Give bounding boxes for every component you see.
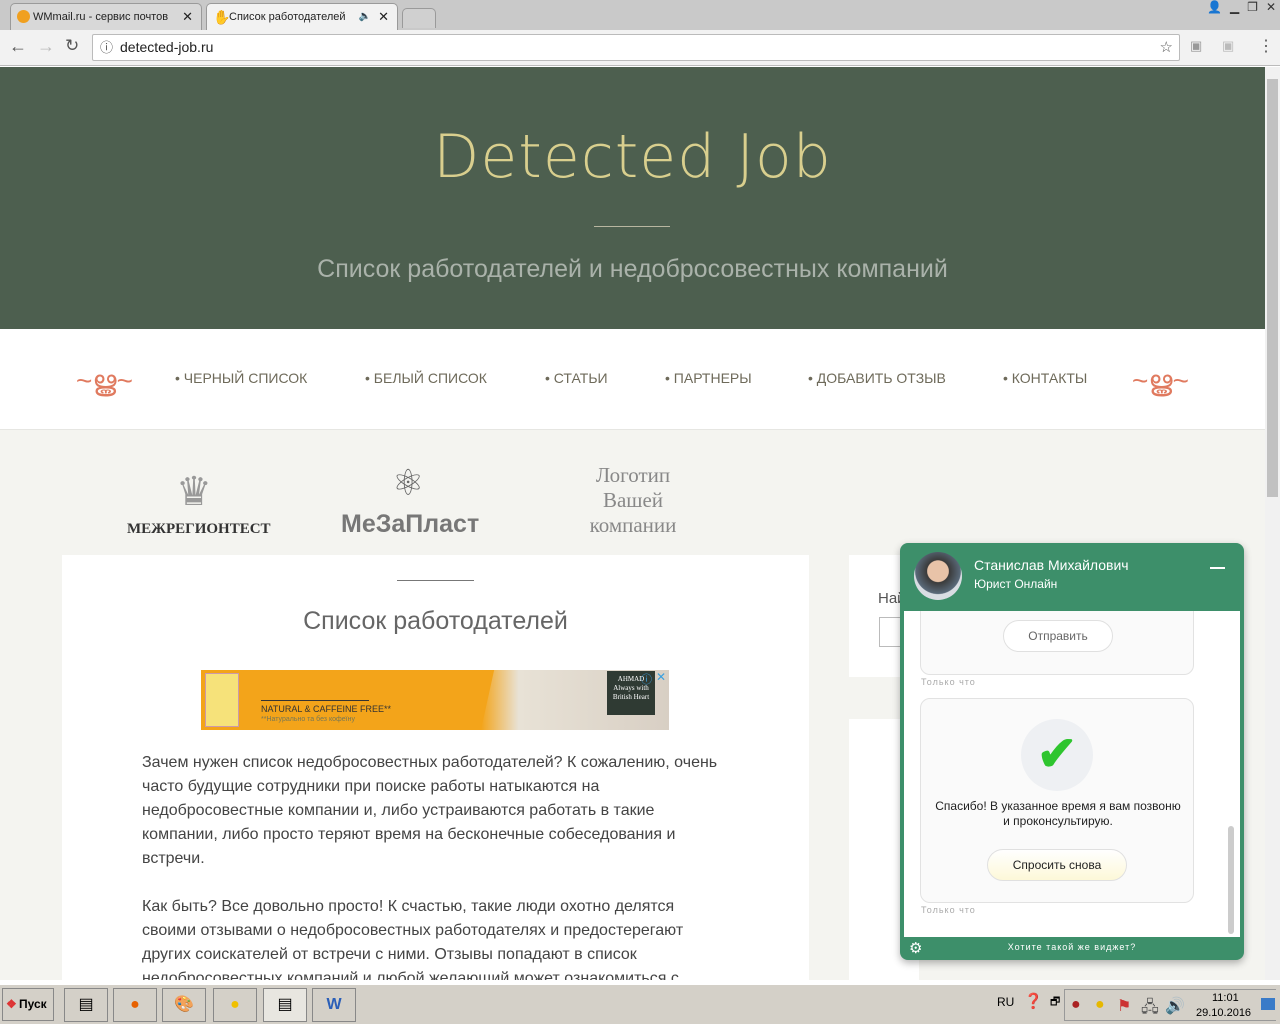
taskbar-app-notepad[interactable]: ▤ bbox=[64, 988, 108, 1022]
taskbar-app-word[interactable]: W bbox=[312, 988, 356, 1022]
avatar bbox=[914, 552, 962, 600]
scrollbar-thumb[interactable] bbox=[1267, 79, 1278, 497]
audio-icon: 🔈 bbox=[358, 11, 371, 22]
ad-headline: NATURAL & CAFFEINE FREE** bbox=[261, 704, 392, 714]
divider bbox=[594, 226, 670, 227]
send-button[interactable]: Отправить bbox=[1003, 620, 1113, 652]
paragraph: Как быть? Все довольно просто! К счастью… bbox=[142, 898, 684, 980]
show-desktop-icon[interactable] bbox=[1261, 998, 1275, 1010]
atom-icon: ⚛ bbox=[392, 462, 425, 503]
start-button[interactable]: ❖ Пуск bbox=[2, 988, 54, 1021]
tray-flag-icon[interactable]: ⚑ bbox=[1117, 996, 1131, 1016]
main-nav: ~ൠ~ • ЧЕРНЫЙ СПИСОК • БЕЛЫЙ СПИСОК • СТА… bbox=[0, 329, 1265, 430]
info-icon[interactable]: ⓘ bbox=[100, 35, 113, 60]
close-window-icon[interactable]: ✕ bbox=[1266, 0, 1276, 18]
taskbar-app-cyberghost[interactable]: ● bbox=[213, 988, 257, 1022]
ask-again-button[interactable]: Спросить снова bbox=[987, 849, 1127, 881]
ad-subline: **Натурально та без кофеїну bbox=[261, 716, 355, 723]
language-indicator[interactable]: RU bbox=[997, 995, 1014, 1009]
divider bbox=[397, 580, 474, 581]
nav-whitelist[interactable]: • БЕЛЫЙ СПИСОК bbox=[365, 370, 487, 386]
tab-active[interactable]: ✋ Список работодателей 🔈 ✕ bbox=[206, 3, 398, 30]
tray-volume-icon[interactable]: 🔊 bbox=[1165, 996, 1185, 1016]
checkmark-icon: ✔ bbox=[1021, 719, 1093, 791]
url-text: detected-job.ru bbox=[120, 39, 214, 55]
eagle-emblem-icon: ♛ bbox=[176, 470, 212, 514]
article-text: Зачем нужен список недобросовестных рабо… bbox=[142, 751, 722, 980]
restore-bar-icon[interactable]: 🗗 bbox=[1050, 993, 1060, 1012]
tab-label: Список работодателей bbox=[229, 11, 346, 23]
clock-date[interactable]: 29.10.2016 bbox=[1196, 1007, 1251, 1019]
nav-articles[interactable]: • СТАТЬИ bbox=[545, 370, 608, 386]
agent-role: Юрист Онлайн bbox=[974, 577, 1058, 591]
content-heading: Список работодателей bbox=[303, 607, 568, 635]
ornament-left-icon: ~ൠ~ bbox=[76, 365, 133, 396]
tab-label: WMmail.ru - сервис почтов bbox=[33, 11, 169, 23]
message-bubble: Отправить bbox=[920, 611, 1194, 675]
nav-partners[interactable]: • ПАРТНЕРЫ bbox=[665, 370, 752, 386]
message-bubble: ✔ Спасибо! В указанное время я вам позво… bbox=[920, 698, 1194, 903]
partner-logo-mezaplast[interactable]: МеЗаПласт bbox=[341, 510, 479, 539]
chat-scrollbar[interactable] bbox=[1228, 826, 1234, 934]
minimize-chat-icon[interactable] bbox=[1210, 567, 1225, 569]
new-tab-button[interactable] bbox=[402, 8, 436, 28]
chat-widget: Станислав Михайлович Юрист Онлайн Отправ… bbox=[900, 543, 1244, 960]
windows-logo-icon: ❖ bbox=[6, 997, 17, 1011]
tray-cyberghost-icon[interactable]: ● bbox=[1095, 996, 1105, 1014]
nav-add-review[interactable]: • ДОБАВИТЬ ОТЗЫВ bbox=[808, 370, 946, 386]
widget-promo-link[interactable]: Хотите такой же виджет? bbox=[900, 942, 1244, 952]
hand-favicon-icon: ✋ bbox=[213, 9, 231, 25]
taskbar: ❖ Пуск ▤ ● 🎨 ● ▤ W RU ❓ 🗗 ● ● ⚑ 🖧 🔊 11:01… bbox=[0, 984, 1280, 1024]
profile-icon[interactable]: 👤 bbox=[1207, 0, 1222, 18]
tray-network-icon[interactable]: 🖧 bbox=[1141, 996, 1159, 1023]
taskbar-app-firefox[interactable]: ● bbox=[113, 988, 157, 1022]
tray-app-icon[interactable]: ● bbox=[1071, 996, 1081, 1014]
tea-box-image bbox=[205, 673, 239, 727]
taskbar-app-window[interactable]: ▤ bbox=[263, 988, 307, 1022]
partner-logo-placeholder[interactable]: Логотип Вашей компании bbox=[573, 463, 693, 538]
bookmark-star-icon[interactable]: ☆ bbox=[1160, 35, 1173, 60]
back-icon[interactable]: ← bbox=[9, 36, 27, 57]
ornament-right-icon: ~ൠ~ bbox=[1132, 365, 1189, 396]
message-time: Только что bbox=[921, 677, 976, 687]
confirmation-text: Спасибо! В указанное время я вам позвоню… bbox=[935, 799, 1181, 828]
site-header: Detected Job Список работодателей и недо… bbox=[0, 67, 1265, 329]
restore-icon[interactable]: ❐ bbox=[1247, 0, 1258, 18]
forward-icon[interactable]: → bbox=[37, 36, 55, 57]
chat-messages: Отправить Только что ✔ Спасибо! В указан… bbox=[904, 611, 1240, 937]
message-time: Только что bbox=[921, 905, 976, 915]
address-bar[interactable]: ⓘ detected-job.ru ☆ bbox=[92, 34, 1180, 61]
nav-blacklist[interactable]: • ЧЕРНЫЙ СПИСОК bbox=[175, 370, 307, 386]
nav-contacts[interactable]: • КОНТАКТЫ bbox=[1003, 370, 1087, 386]
ad-banner[interactable]: NATURAL & CAFFEINE FREE** **Натурально т… bbox=[201, 670, 669, 730]
clock-time[interactable]: 11:01 bbox=[1212, 992, 1239, 1004]
site-subtitle: Список работодателей и недобросовестных … bbox=[317, 255, 948, 283]
help-icon[interactable]: ❓ bbox=[1024, 992, 1043, 1010]
extension-icon[interactable]: ▣ bbox=[1190, 38, 1202, 54]
menu-icon[interactable]: ⋮ bbox=[1258, 36, 1274, 56]
close-tab-icon[interactable]: ✕ bbox=[182, 4, 193, 30]
page-scrollbar[interactable] bbox=[1265, 67, 1280, 980]
partner-logo-mezhregiontest[interactable]: МЕЖРЕГИОНТЕСТ bbox=[127, 521, 271, 538]
paragraph: Зачем нужен список недобросовестных рабо… bbox=[142, 754, 718, 867]
site-title[interactable]: Detected Job bbox=[0, 122, 1265, 192]
taskbar-app-paint[interactable]: 🎨 bbox=[162, 988, 206, 1022]
close-tab-icon[interactable]: ✕ bbox=[378, 4, 389, 30]
extension-icon[interactable]: ▣ bbox=[1222, 38, 1234, 54]
wmmail-favicon-icon bbox=[17, 10, 30, 23]
minimize-icon[interactable]: ▁ bbox=[1230, 0, 1239, 18]
reload-icon[interactable]: ↻ bbox=[65, 36, 79, 56]
tab-bar: WMmail.ru - сервис почтов ✕ ✋ Список рабо… bbox=[0, 0, 1280, 30]
ad-close-icon[interactable]: ✕ bbox=[656, 670, 666, 684]
agent-name: Станислав Михайлович bbox=[974, 557, 1129, 573]
tab-wmmail[interactable]: WMmail.ru - сервис почтов ✕ bbox=[10, 3, 202, 30]
ad-info-icon[interactable]: ⓘ bbox=[641, 671, 652, 687]
main-content: Список работодателей NATURAL & CAFFEINE … bbox=[62, 555, 809, 980]
